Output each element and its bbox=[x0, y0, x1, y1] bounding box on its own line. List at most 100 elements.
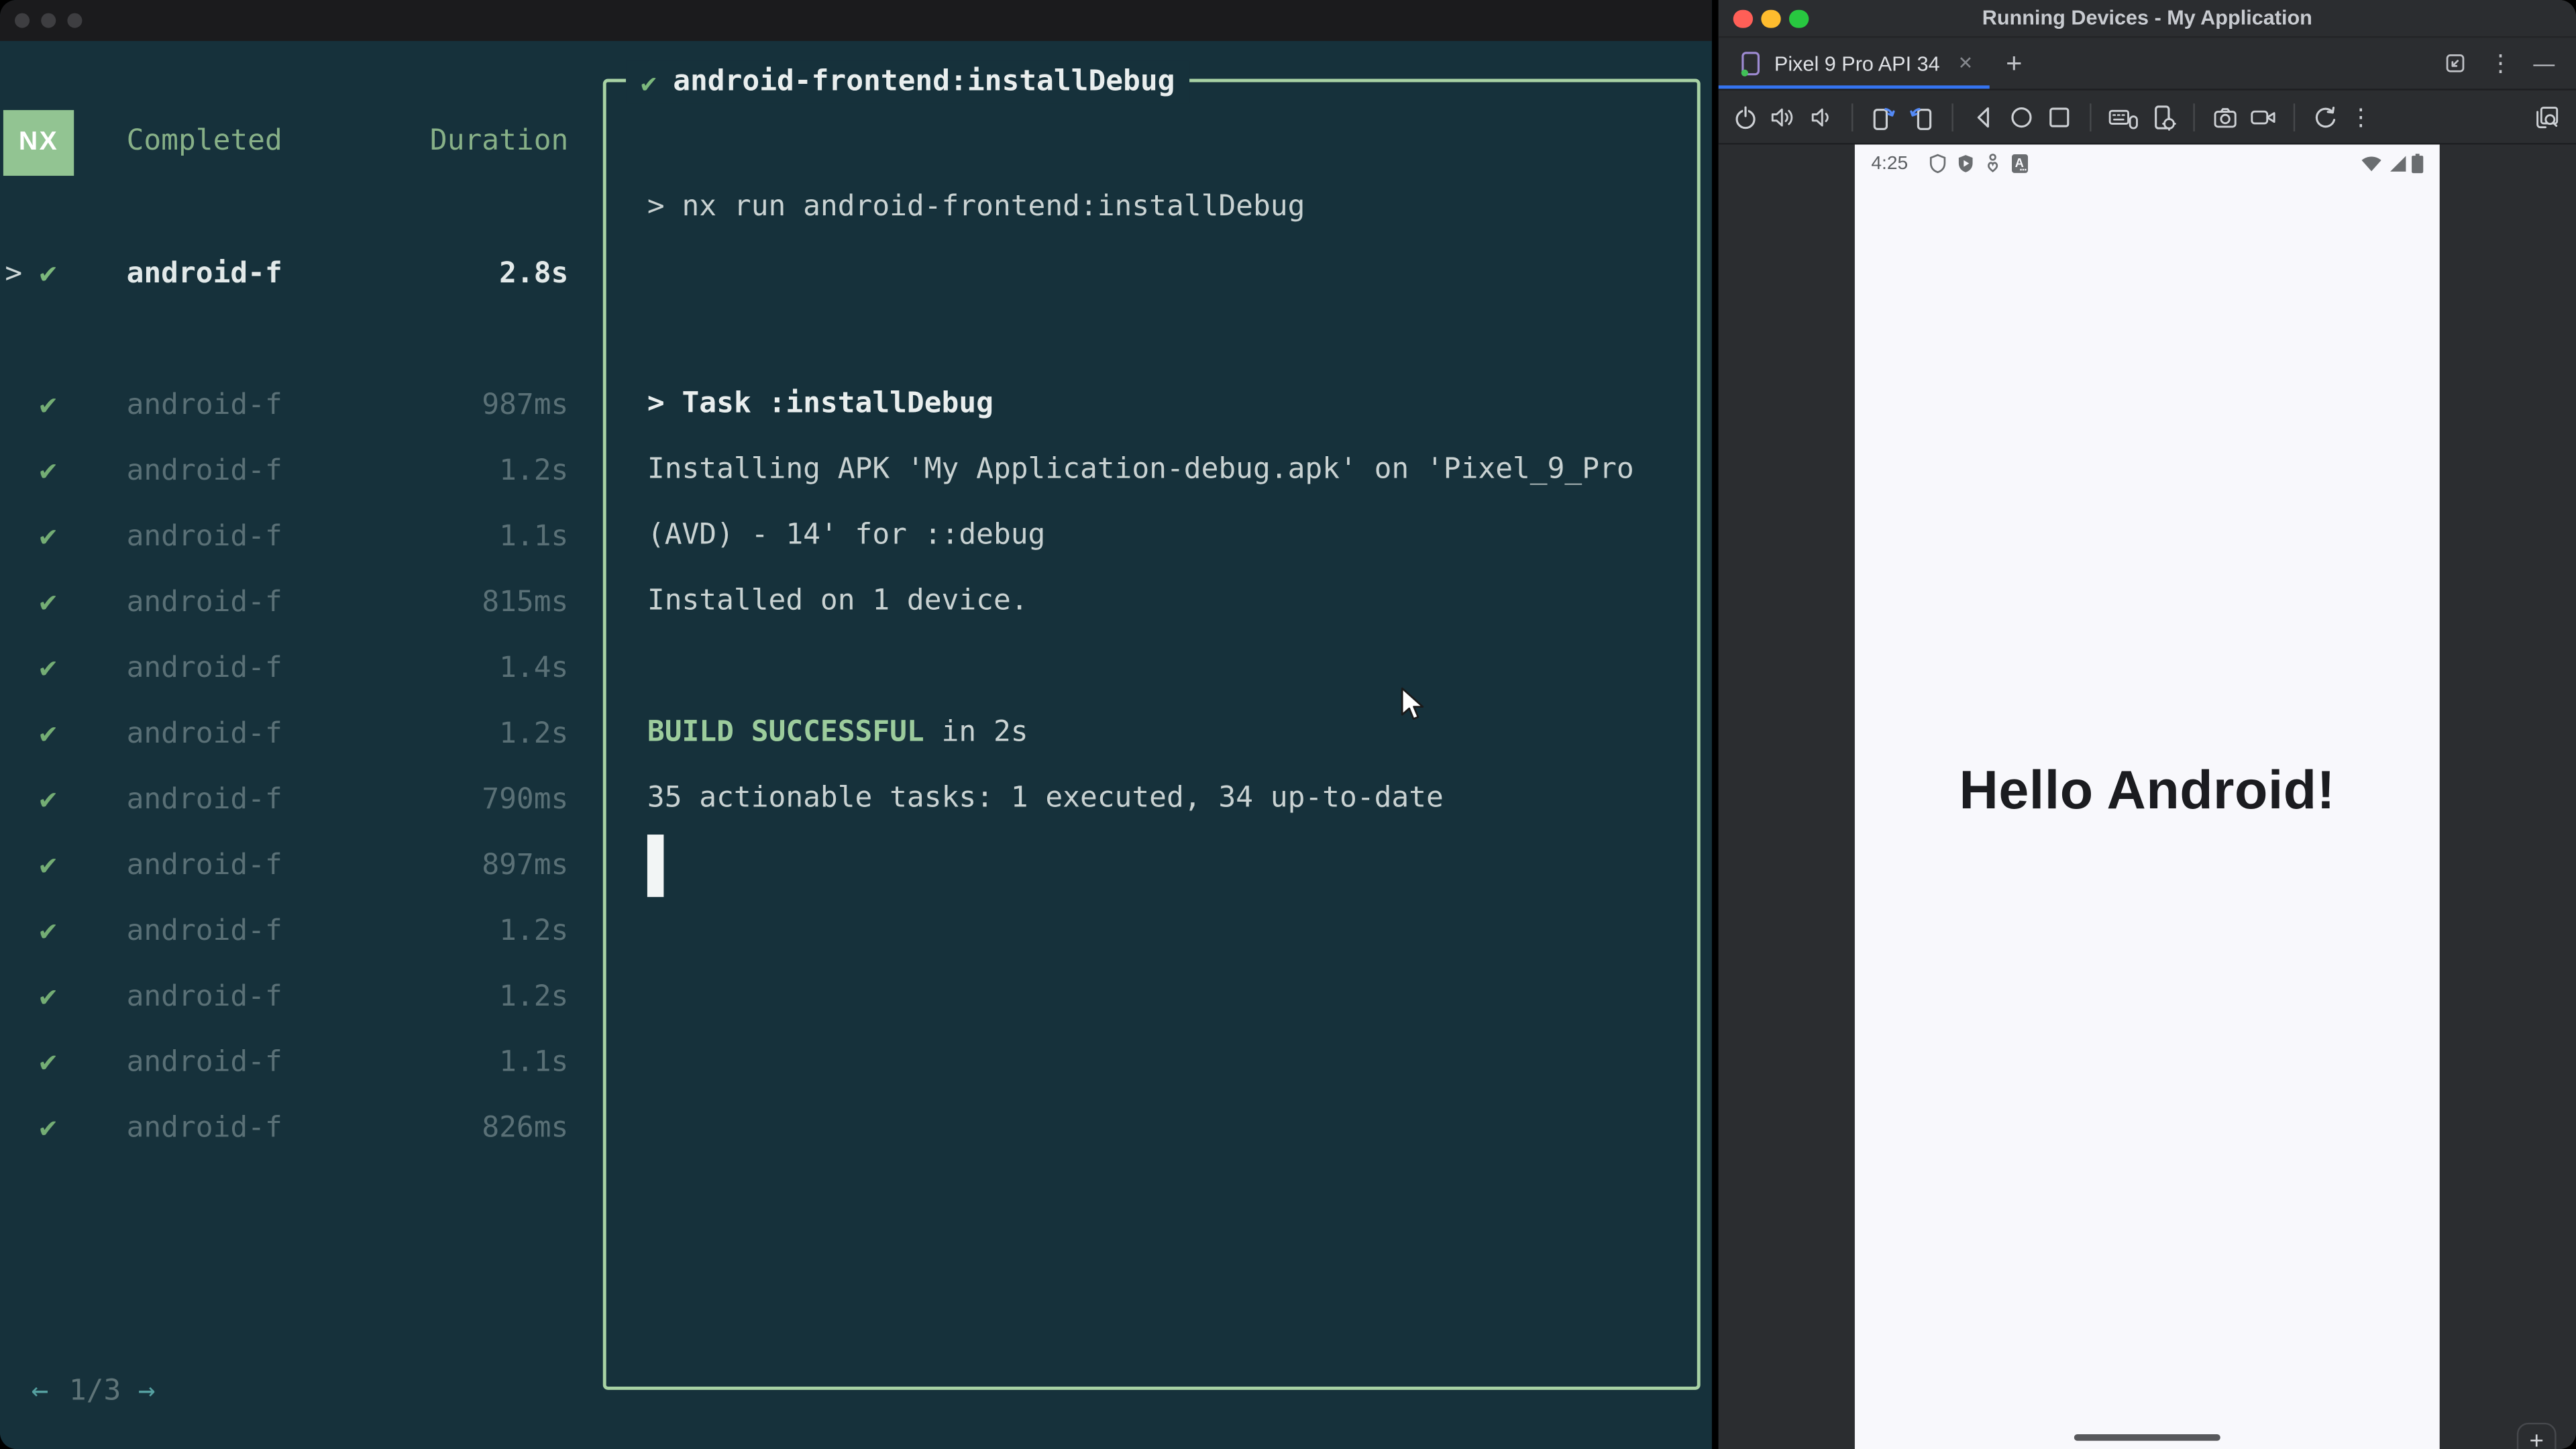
task-row[interactable]: ✔ android-f 1.1s bbox=[0, 508, 592, 574]
snapshots-reset-icon[interactable] bbox=[2312, 103, 2340, 131]
completed-column-header: Completed bbox=[126, 125, 282, 158]
tab-pixel-9-pro[interactable]: Pixel 9 Pro API 34 ✕ bbox=[1718, 38, 1990, 89]
task-name: android-f bbox=[126, 849, 282, 883]
home-button-icon[interactable] bbox=[2008, 103, 2036, 131]
build-summary-line: 35 actionable tasks: 1 executed, 34 up-t… bbox=[647, 782, 1444, 815]
virtual-input-icon[interactable] bbox=[2108, 103, 2139, 131]
check-icon: ✔ bbox=[39, 455, 57, 488]
rotate-left-icon[interactable] bbox=[1870, 103, 1898, 131]
task-row[interactable]: ✔ android-f 1.2s bbox=[0, 967, 592, 1033]
task-duration: 826ms bbox=[482, 1112, 569, 1145]
task-duration: 2.8s bbox=[499, 258, 569, 291]
task-duration: 1.1s bbox=[499, 521, 569, 554]
check-icon: ✔ bbox=[39, 981, 57, 1014]
task-list-header: Completed Duration bbox=[0, 112, 592, 178]
task-duration: 1.2s bbox=[499, 718, 569, 751]
screen-record-icon[interactable] bbox=[2249, 103, 2277, 131]
hide-panel-icon[interactable]: — bbox=[2533, 51, 2555, 76]
task-duration: 1.2s bbox=[499, 915, 569, 949]
gradle-task-line: > Task :installDebug bbox=[647, 387, 994, 421]
back-button-icon[interactable] bbox=[1970, 103, 1998, 131]
window-zoom-button[interactable] bbox=[67, 13, 83, 28]
task-duration: 1.4s bbox=[499, 652, 569, 686]
cellular-signal-icon bbox=[2389, 156, 2406, 172]
dock-window-icon[interactable] bbox=[2443, 51, 2468, 76]
task-row[interactable]: ✔ android-f 790ms bbox=[0, 771, 592, 837]
toolbar-more-icon[interactable]: ⋮ bbox=[2349, 103, 2372, 131]
more-options-icon[interactable]: ⋮ bbox=[2489, 49, 2512, 77]
desktop: NX Completed Duration > ✔ android-f 2.8s… bbox=[0, 0, 2576, 1449]
duration-column-header: Duration bbox=[429, 125, 569, 158]
wifi-icon bbox=[2361, 156, 2381, 172]
task-row[interactable]: ✔ android-f 897ms bbox=[0, 837, 592, 902]
hello-android-text: Hello Android! bbox=[1959, 759, 2336, 820]
task-name: android-f bbox=[126, 915, 282, 949]
page-indicator: 1/3 bbox=[68, 1375, 121, 1408]
task-name: android-f bbox=[126, 586, 282, 620]
selection-caret: > bbox=[5, 258, 23, 291]
selected-task-row[interactable]: > ✔ android-f 2.8s bbox=[0, 245, 592, 311]
terminal-titlebar[interactable] bbox=[0, 0, 1712, 42]
task-name: android-f bbox=[126, 1046, 282, 1079]
task-duration: 815ms bbox=[482, 586, 569, 620]
screenshot-camera-icon[interactable] bbox=[2211, 103, 2239, 131]
next-page-arrow[interactable]: → bbox=[138, 1375, 156, 1408]
task-name: android-f bbox=[126, 389, 282, 423]
mouse-cursor bbox=[1401, 687, 1424, 720]
window-close-button[interactable] bbox=[15, 13, 30, 28]
task-row[interactable]: ✔ android-f 1.1s bbox=[0, 1033, 592, 1099]
device-tabbar: Pixel 9 Pro API 34 ✕ + ⋮ — bbox=[1718, 38, 2576, 91]
running-devices-window: Running Devices - My Application Pixel 9… bbox=[1718, 0, 2576, 1449]
check-icon: ✔ bbox=[39, 1112, 57, 1145]
zoom-controls: + − 1:1 bbox=[2516, 1422, 2557, 1449]
command-line: > nx run android-frontend:installDebug bbox=[647, 191, 1305, 224]
volume-up-icon[interactable] bbox=[1770, 103, 1798, 131]
add-device-tab-button[interactable]: + bbox=[2006, 47, 2022, 80]
device-display-area: 4:25 A Hello Android! + bbox=[1718, 144, 2576, 1449]
task-name: android-f bbox=[126, 652, 282, 686]
studio-titlebar[interactable]: Running Devices - My Application bbox=[1718, 0, 2576, 38]
build-successful-text: BUILD SUCCESSFUL bbox=[647, 716, 924, 749]
task-row[interactable]: ✔ android-f 826ms bbox=[0, 1099, 592, 1165]
terminal-cursor bbox=[647, 835, 663, 898]
play-protect-icon bbox=[1959, 155, 1974, 172]
battery-icon bbox=[2412, 154, 2424, 174]
window-minimize-button[interactable] bbox=[41, 13, 56, 28]
device-screen[interactable]: 4:25 A Hello Android! bbox=[1854, 144, 2440, 1449]
volume-down-icon[interactable] bbox=[1807, 103, 1835, 131]
log-line: Installed on 1 device. bbox=[647, 584, 1028, 618]
task-row[interactable]: ✔ android-f 987ms bbox=[0, 376, 592, 442]
task-row[interactable]: ✔ android-f 1.4s bbox=[0, 639, 592, 705]
rotate-right-icon[interactable] bbox=[1907, 103, 1935, 131]
toolbar-separator bbox=[1851, 103, 1854, 131]
build-status-line: BUILD SUCCESSFUL in 2s bbox=[647, 716, 1028, 749]
tab-label: Pixel 9 Pro API 34 bbox=[1774, 52, 1940, 75]
check-icon: ✔ bbox=[641, 66, 657, 98]
toolbar-separator bbox=[1951, 103, 1953, 131]
window-title: Running Devices - My Application bbox=[1982, 6, 2312, 30]
device-settings-icon[interactable] bbox=[2149, 103, 2177, 131]
toolbar-separator bbox=[2193, 103, 2195, 131]
zoom-in-button[interactable]: + bbox=[2529, 1430, 2543, 1449]
task-row[interactable]: ✔ android-f 1.2s bbox=[0, 705, 592, 771]
check-icon: ✔ bbox=[39, 586, 57, 620]
task-duration: 897ms bbox=[482, 849, 569, 883]
overview-button-icon[interactable] bbox=[2045, 103, 2074, 131]
tabbar-actions: ⋮ — bbox=[2443, 49, 2555, 77]
tab-close-icon[interactable]: ✕ bbox=[1958, 52, 1974, 74]
task-duration: 790ms bbox=[482, 784, 569, 817]
power-button-icon[interactable] bbox=[1731, 103, 1760, 131]
task-name: android-f bbox=[126, 258, 282, 291]
task-row[interactable]: ✔ android-f 1.2s bbox=[0, 902, 592, 967]
gesture-navigation-bar[interactable] bbox=[2074, 1433, 2220, 1441]
prev-page-arrow[interactable]: ← bbox=[32, 1375, 49, 1408]
status-time: 4:25 bbox=[1871, 153, 1909, 174]
task-output-header: ✔ android-frontend:installDebug bbox=[626, 60, 1190, 104]
task-name: android-f bbox=[126, 784, 282, 817]
task-list: ✔ android-f 987ms ✔ android-f 1.2s ✔ and… bbox=[0, 376, 592, 1165]
task-row[interactable]: ✔ android-f 1.2s bbox=[0, 442, 592, 508]
screen-search-icon[interactable] bbox=[2533, 103, 2561, 131]
task-output-title: android-frontend:installDebug bbox=[673, 65, 1175, 99]
phone-device-icon bbox=[1741, 51, 1760, 76]
task-row[interactable]: ✔ android-f 815ms bbox=[0, 574, 592, 639]
